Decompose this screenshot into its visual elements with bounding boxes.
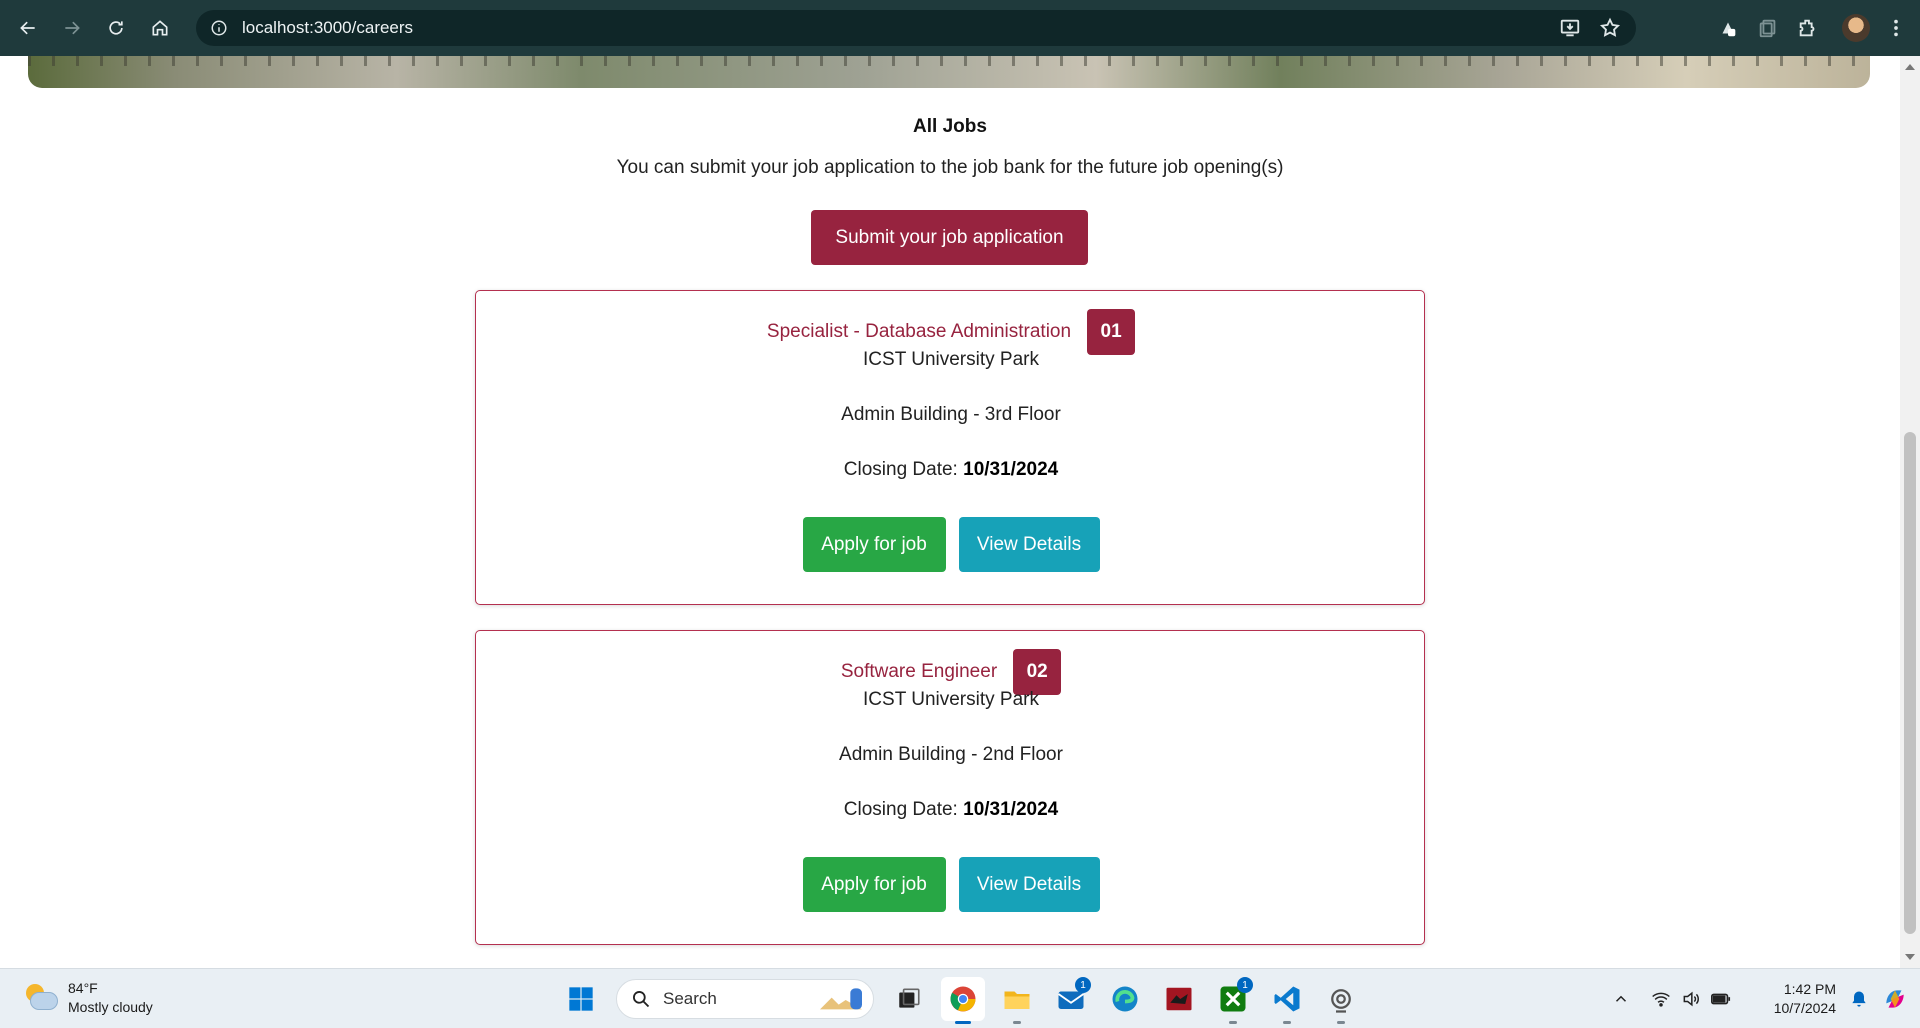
page-viewport: All Jobs You can submit your job applica… xyxy=(0,56,1920,968)
header-banner-image xyxy=(28,56,1870,88)
taskbar-search[interactable]: Search xyxy=(616,979,874,1019)
job-card: Specialist - Database Administration 01 … xyxy=(475,290,1425,605)
red-app-icon xyxy=(1166,987,1192,1011)
avatar xyxy=(1842,14,1870,42)
home-icon[interactable] xyxy=(144,12,176,44)
task-view-icon xyxy=(899,988,920,1008)
site-info-icon[interactable] xyxy=(208,17,230,39)
taskbar-mail[interactable]: 1 xyxy=(1049,977,1093,1021)
page-title: All Jobs xyxy=(913,116,987,137)
chevron-up-icon[interactable] xyxy=(1606,984,1636,1014)
partly-cloudy-icon xyxy=(22,982,60,1014)
volume-icon[interactable] xyxy=(1676,984,1706,1014)
xbox-badge: 1 xyxy=(1237,977,1253,993)
copilot-icon[interactable] xyxy=(1880,984,1910,1014)
apply-for-job-button[interactable]: Apply for job xyxy=(802,517,946,572)
page-scrollbar[interactable] xyxy=(1900,56,1920,968)
forward-icon[interactable] xyxy=(56,12,88,44)
wifi-icon[interactable] xyxy=(1646,984,1676,1014)
taskbar-app-gray[interactable] xyxy=(1319,977,1363,1024)
scroll-down-arrow-icon[interactable] xyxy=(1905,954,1915,960)
job-building: Admin Building - 3rd Floor xyxy=(841,404,1061,425)
page-subtitle: You can submit your job application to t… xyxy=(616,157,1284,178)
job-location: ICST University Park xyxy=(863,349,1039,370)
system-clock[interactable]: 1:42 PM 10/7/2024 xyxy=(1746,980,1836,1018)
search-highlight-icon xyxy=(820,988,862,1010)
taskbar-app-red[interactable] xyxy=(1157,977,1201,1021)
taskbar-file-explorer[interactable] xyxy=(995,977,1039,1024)
job-location: ICST University Park xyxy=(863,689,1039,710)
taskbar-chrome[interactable] xyxy=(941,977,985,1024)
view-details-button[interactable]: View Details xyxy=(958,857,1100,912)
job-closing-date-row: Closing Date: 10/31/2024 xyxy=(476,799,1426,821)
notification-bell-icon[interactable] xyxy=(1844,984,1874,1014)
submit-application-button[interactable]: Submit your job application xyxy=(811,210,1088,265)
clock-time: 1:42 PM xyxy=(1783,981,1836,997)
weather-widget[interactable]: 84°F Mostly cloudy xyxy=(22,979,153,1017)
clock-date: 10/7/2024 xyxy=(1773,1000,1836,1016)
taskbar-edge[interactable] xyxy=(1103,977,1147,1021)
browser-menu-icon[interactable] xyxy=(1876,8,1916,48)
install-app-icon[interactable] xyxy=(1550,8,1590,48)
taskbar: 84°F Mostly cloudy Search 1 1 1:42 PM 10… xyxy=(0,968,1920,1028)
job-closing-date-row: Closing Date: 10/31/2024 xyxy=(476,459,1426,481)
job-building: Admin Building - 2nd Floor xyxy=(839,744,1063,765)
url-text: localhost:3000/careers xyxy=(242,18,414,37)
edge-icon xyxy=(1112,986,1138,1012)
broadcast-icon xyxy=(1331,989,1351,1013)
taskbar-xbox[interactable]: 1 xyxy=(1211,977,1255,1024)
start-button[interactable] xyxy=(559,977,603,1021)
back-icon[interactable] xyxy=(12,12,44,44)
folder-icon xyxy=(1004,991,1030,1009)
closing-date-value: 10/31/2024 xyxy=(963,799,1059,820)
address-bar[interactable]: localhost:3000/careers xyxy=(196,10,1636,46)
bookmark-star-icon[interactable] xyxy=(1590,8,1630,48)
tab-search-icon[interactable] xyxy=(1748,8,1788,48)
vscode-icon xyxy=(1274,986,1300,1012)
search-icon xyxy=(633,991,650,1008)
task-view-button[interactable] xyxy=(887,977,931,1021)
battery-icon[interactable] xyxy=(1706,984,1736,1014)
scroll-up-arrow-icon[interactable] xyxy=(1905,64,1915,70)
weather-description: Mostly cloudy xyxy=(68,999,153,1015)
search-label: Search xyxy=(663,989,717,1008)
closing-date-label: Closing Date: xyxy=(843,799,964,820)
job-title[interactable]: Software Engineer xyxy=(841,661,997,683)
job-card: Software Engineer 02 ICST University Par… xyxy=(475,630,1425,945)
windows-logo-icon xyxy=(569,987,593,1011)
reload-icon[interactable] xyxy=(100,12,132,44)
scrollbar-thumb[interactable] xyxy=(1904,432,1916,934)
closing-date-label: Closing Date: xyxy=(843,459,964,480)
extensions-icon[interactable] xyxy=(1788,8,1828,48)
extension-badge-icon[interactable] xyxy=(1708,8,1748,48)
chrome-icon xyxy=(950,986,976,1012)
profile-avatar[interactable] xyxy=(1836,8,1876,48)
mail-badge: 1 xyxy=(1075,977,1091,993)
weather-temperature: 84°F xyxy=(68,980,98,996)
taskbar-vscode[interactable] xyxy=(1265,977,1309,1024)
apply-for-job-button[interactable]: Apply for job xyxy=(802,857,946,912)
browser-toolbar: localhost:3000/careers xyxy=(0,0,1920,56)
view-details-button[interactable]: View Details xyxy=(958,517,1100,572)
closing-date-value: 10/31/2024 xyxy=(963,459,1059,480)
job-title[interactable]: Specialist - Database Administration xyxy=(767,321,1071,343)
